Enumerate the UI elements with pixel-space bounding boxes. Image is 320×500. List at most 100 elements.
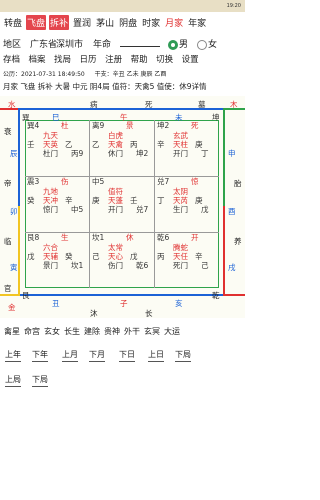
gender-female-radio[interactable]: 女 <box>197 37 217 50</box>
menu-help[interactable]: 帮助 <box>131 53 148 67</box>
gender-male-radio[interactable]: 男 <box>168 37 188 50</box>
palace-3[interactable]: 坤2 死玄武 天柱辛庚开门丁 <box>157 121 217 174</box>
grid-vline-1 <box>89 120 90 288</box>
palace-2[interactable]: 离9 景白虎 天禽乙丙休门 坤2 <box>92 121 152 174</box>
tab-yuejia[interactable]: 月家 <box>164 15 184 30</box>
palace-number: 巽4 <box>27 121 40 130</box>
menu-settings[interactable]: 设置 <box>182 53 199 67</box>
label-guan: 官 <box>4 284 12 293</box>
palace-1[interactable]: 巽4 杜九天 天英壬乙杜门 丙9 <box>27 121 87 174</box>
palace-5[interactable]: 中5 值符 天蓬庚壬开门 兑7 <box>92 177 152 230</box>
tab-xuanming[interactable]: 玄冥 <box>144 326 160 337</box>
label-tomb: 墓 <box>198 100 206 109</box>
palace-num: 丁 <box>201 149 209 158</box>
label-yang: 养 <box>234 237 242 246</box>
menu-files[interactable]: 档案 <box>29 53 46 67</box>
tab-zhirun[interactable]: 置润 <box>72 15 92 30</box>
next-ju-button-2[interactable]: 下局 <box>32 374 48 387</box>
tab-dayun[interactable]: 大运 <box>164 326 180 337</box>
palace-gate: 生 <box>61 233 69 242</box>
frame-left-blue <box>18 108 20 208</box>
palace-number: 坤2 <box>157 121 170 130</box>
tab-yinpan[interactable]: 阴盘 <box>118 15 138 30</box>
tab-waigan[interactable]: 外干 <box>124 326 140 337</box>
menu-register[interactable]: 注册 <box>105 53 122 67</box>
label-mao: 卯 <box>10 207 18 216</box>
tab-chaibu[interactable]: 拆补 <box>49 14 70 30</box>
status-bar: 19:20 <box>0 0 245 12</box>
mode-toolbar: 转盘 飞盘 拆补 置润 茅山 阴盘 时家 月家 年家 <box>0 13 245 31</box>
palace-gate: 开 <box>191 233 199 242</box>
label-shen: 申 <box>228 149 236 158</box>
frame-bottom-blue <box>18 294 225 296</box>
tab-nianjia[interactable]: 年家 <box>187 15 207 30</box>
palace-9[interactable]: 乾6 开腾蛇 天任丙辛死门己 <box>157 233 217 286</box>
menu-find[interactable]: 找局 <box>54 53 71 67</box>
tab-qinxing[interactable]: 禽星 <box>4 326 20 337</box>
tab-shijia[interactable]: 时家 <box>141 15 161 30</box>
palace-stem: 丙 <box>157 252 165 261</box>
palace-stem: 戊 <box>27 252 35 261</box>
clock: 19:20 <box>226 3 241 9</box>
tab-changsheng[interactable]: 长生 <box>64 326 80 337</box>
grid-hline-1 <box>25 176 219 177</box>
palace-gate: 景 <box>126 121 134 130</box>
grid-vline-2 <box>154 120 155 288</box>
region-label: 地区 <box>3 40 22 50</box>
palace-stem: 庚 <box>92 196 100 205</box>
next-ju-button[interactable]: 下局 <box>175 349 191 362</box>
year-label: 年命 <box>93 40 112 50</box>
palace-4[interactable]: 震3 伤九地 天冲癸辛惊门 中5 <box>27 177 87 230</box>
prev-day-button[interactable]: 上日 <box>148 349 164 362</box>
ganzhi: 干支：辛丑 乙未 庚辰 乙酉 <box>94 71 167 78</box>
summary-text: 月家 飞盘 拆补 大暑 中元 阴4局 值符：天禽5 值使：休9详情 <box>3 82 207 91</box>
palace-8[interactable]: 坎1 休太常 天心己戊伤门 乾6 <box>92 233 152 286</box>
radio-off-icon <box>197 39 207 50</box>
label-metal: 金 <box>8 303 16 312</box>
next-day-button[interactable]: 下日 <box>119 349 135 362</box>
prev-month-button[interactable]: 上月 <box>62 349 78 362</box>
tab-jianchu[interactable]: 建除 <box>84 326 100 337</box>
palace-number: 离9 <box>92 121 105 130</box>
year-input[interactable] <box>120 37 160 47</box>
palace-gate: 惊 <box>191 177 199 186</box>
tab-zhuanpan[interactable]: 转盘 <box>3 15 23 30</box>
palace-number: 艮8 <box>27 233 40 242</box>
tab-guishen[interactable]: 贵神 <box>104 326 120 337</box>
palace-god: 休门 <box>108 149 123 158</box>
palace-number: 坎1 <box>92 233 105 242</box>
menu-save[interactable]: 存档 <box>3 53 20 67</box>
next-month-button[interactable]: 下月 <box>89 349 105 362</box>
label-wood: 木 <box>230 100 238 109</box>
label-lin: 临 <box>4 237 12 246</box>
palace-6[interactable]: 兑7 惊太阴 天芮丁庚生门戊 <box>157 177 217 230</box>
palace-stem: 癸 <box>27 196 35 205</box>
menu-calendar[interactable]: 日历 <box>80 53 97 67</box>
tab-feipan[interactable]: 飞盘 <box>26 14 47 30</box>
prev-year-button[interactable]: 上年 <box>5 349 21 362</box>
prev-ju-button[interactable]: 上局 <box>5 374 21 387</box>
next-year-button[interactable]: 下年 <box>32 349 48 362</box>
palace-7[interactable]: 艮8 生六合 天辅戊癸景门 坎1 <box>27 233 87 286</box>
tab-xuannv[interactable]: 玄女 <box>44 326 60 337</box>
label-xu: 戌 <box>228 263 236 272</box>
info-row: 公历：2021-07-31 18:49:50 干支：辛丑 乙未 庚辰 乙酉 <box>0 69 245 79</box>
city-select[interactable]: 深圳市 <box>56 37 83 50</box>
label-hai: 亥 <box>175 299 183 308</box>
label-bing: 病 <box>90 100 98 109</box>
label-you: 酉 <box>228 207 236 216</box>
label-shuai: 衰 <box>4 127 12 136</box>
frame-top-blue <box>0 108 245 110</box>
frame-left-yellow <box>18 206 20 296</box>
frame-bottom-yellow <box>0 294 20 296</box>
province-select[interactable]: 广东省 <box>30 37 57 50</box>
palace-num: 兑7 <box>136 205 149 214</box>
grid-hline-2 <box>25 232 219 233</box>
palace-god: 开门 <box>173 149 188 158</box>
palace-stem: 乙 <box>92 140 100 149</box>
menu-switch[interactable]: 切换 <box>156 53 173 67</box>
label-tai: 胎 <box>234 179 242 188</box>
summary-row: 月家 飞盘 拆补 大暑 中元 阴4局 值符：天禽5 值使：休9详情 <box>0 81 245 93</box>
tab-minggong[interactable]: 命宫 <box>24 326 40 337</box>
tab-maoshan[interactable]: 茅山 <box>95 15 115 30</box>
